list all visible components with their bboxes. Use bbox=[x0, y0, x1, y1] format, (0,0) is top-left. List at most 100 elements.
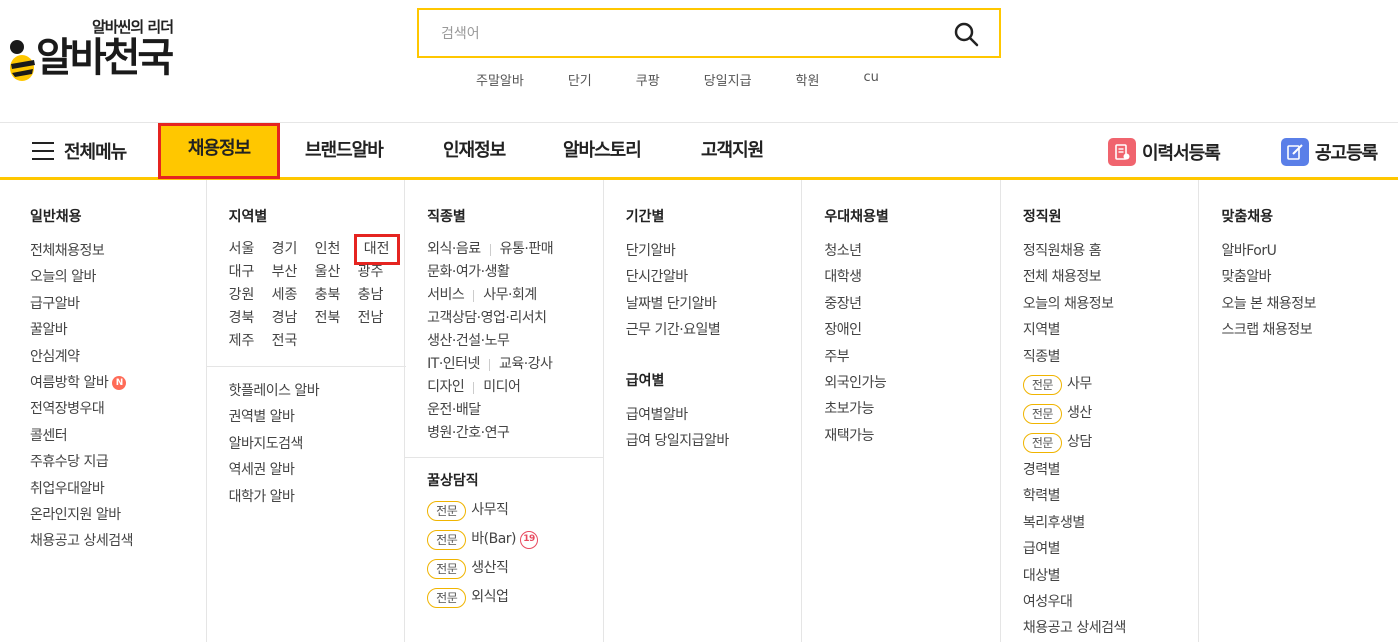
region-link[interactable]: 부산 bbox=[272, 261, 315, 284]
pro-link[interactable]: 전문 외식업 bbox=[427, 583, 538, 612]
menu-link[interactable]: 콜센터 bbox=[30, 423, 206, 449]
region-link[interactable]: 전남 bbox=[358, 307, 401, 330]
menu-link[interactable]: 온라인지원 알바 bbox=[30, 502, 206, 528]
menu-link[interactable]: 맞춤알바 bbox=[1221, 264, 1398, 290]
keyword-link[interactable]: 쿠팡 bbox=[636, 70, 660, 89]
menu-link[interactable]: 외식·음료 bbox=[427, 238, 481, 261]
region-link[interactable]: 전북 bbox=[315, 307, 358, 330]
menu-link[interactable]: 서비스 bbox=[427, 284, 465, 307]
menu-link-summer[interactable]: 여름방학 알바 N bbox=[30, 370, 206, 396]
menu-link[interactable]: 복리후생별 bbox=[1023, 510, 1199, 536]
menu-link[interactable]: 전체 채용정보 bbox=[1023, 264, 1199, 290]
menu-link[interactable]: 단시간알바 bbox=[626, 264, 802, 290]
pro-link[interactable]: 전문 생산직 bbox=[427, 554, 538, 583]
menu-link[interactable]: 미디어 bbox=[483, 376, 521, 399]
menu-link[interactable]: 디자인 bbox=[427, 376, 465, 399]
menu-link[interactable]: 생산·건설·노무 bbox=[427, 330, 603, 353]
menu-link[interactable]: 정직원채용 홈 bbox=[1023, 238, 1199, 264]
menu-link[interactable]: 초보가능 bbox=[824, 396, 1000, 422]
menu-link[interactable]: 문화·여가·생활 bbox=[427, 261, 603, 284]
menu-link[interactable]: 대상별 bbox=[1023, 563, 1199, 589]
menu-link[interactable]: 급여별 bbox=[1023, 536, 1199, 562]
menu-link[interactable]: 오늘 본 채용정보 bbox=[1221, 291, 1398, 317]
menu-link[interactable]: 청소년 bbox=[824, 238, 1000, 264]
menu-link[interactable]: 급여별알바 bbox=[626, 402, 802, 428]
menu-link[interactable]: 급여 당일지급알바 bbox=[626, 428, 802, 454]
menu-link[interactable]: 유통·판매 bbox=[500, 238, 554, 261]
menu-link[interactable]: 알바ForU bbox=[1221, 238, 1398, 264]
menu-link[interactable]: 재택가능 bbox=[824, 423, 1000, 449]
pro-link[interactable]: 전문 생산 bbox=[1022, 399, 1199, 428]
search-input[interactable] bbox=[441, 20, 921, 48]
keyword-link[interactable]: cu bbox=[863, 70, 878, 89]
menu-link[interactable]: 꿀알바 bbox=[30, 317, 206, 343]
menu-link[interactable]: 대학생 bbox=[824, 264, 1000, 290]
menu-link[interactable]: 운전·배달 bbox=[427, 399, 603, 422]
pro-link[interactable]: 전문 사무직 bbox=[427, 496, 538, 525]
menu-link[interactable]: 외국인가능 bbox=[824, 370, 1000, 396]
region-link[interactable]: 대구 bbox=[229, 261, 272, 284]
region-link[interactable]: 경남 bbox=[272, 307, 315, 330]
menu-link[interactable]: 오늘의 알바 bbox=[30, 264, 206, 290]
region-link[interactable]: 서울 bbox=[229, 238, 272, 261]
menu-link[interactable]: 전체채용정보 bbox=[30, 238, 206, 264]
keyword-link[interactable]: 주말알바 bbox=[476, 70, 524, 89]
menu-link[interactable]: 채용공고 상세검색 bbox=[1023, 615, 1199, 641]
logo[interactable]: 알바씬의 리더 알바천국 bbox=[6, 14, 196, 84]
menu-link[interactable]: 근무 기간·요일별 bbox=[626, 317, 802, 343]
tab-alba-story[interactable]: 알바스토리 bbox=[563, 123, 642, 178]
menu-link[interactable]: 주부 bbox=[824, 344, 1000, 370]
menu-link[interactable]: 주휴수당 지급 bbox=[30, 449, 206, 475]
search-icon[interactable] bbox=[953, 21, 979, 47]
keyword-link[interactable]: 당일지급 bbox=[704, 70, 752, 89]
region-link[interactable]: 경기 bbox=[272, 238, 315, 261]
pro-link[interactable]: 전문 바(Bar) 19 bbox=[427, 525, 538, 554]
menu-link[interactable]: 학력별 bbox=[1023, 483, 1199, 509]
menu-link[interactable]: 경력별 bbox=[1023, 457, 1199, 483]
menu-link[interactable]: 장애인 bbox=[824, 317, 1000, 343]
region-link[interactable]: 전국 bbox=[272, 330, 315, 353]
tab-brand-alba[interactable]: 브랜드알바 bbox=[305, 123, 384, 178]
pro-link[interactable]: 전문 사무 bbox=[1022, 370, 1199, 399]
menu-link[interactable]: 안심계약 bbox=[30, 344, 206, 370]
menu-link[interactable]: 전역장병우대 bbox=[30, 396, 206, 422]
menu-link[interactable]: 알바지도검색 bbox=[229, 431, 320, 457]
menu-link[interactable]: 지역별 bbox=[1023, 317, 1199, 343]
menu-link[interactable]: 고객상담·영업·리서치 bbox=[427, 307, 603, 330]
menu-link[interactable]: 직종별 bbox=[1023, 344, 1199, 370]
pro-link[interactable]: 전문 상담 bbox=[1022, 428, 1199, 457]
region-link[interactable]: 충남 bbox=[358, 284, 401, 307]
menu-link[interactable]: 중장년 bbox=[824, 291, 1000, 317]
menu-link[interactable]: 권역별 알바 bbox=[229, 404, 320, 430]
menu-link[interactable]: 날짜별 단기알바 bbox=[626, 291, 802, 317]
tab-talent-info[interactable]: 인재정보 bbox=[443, 123, 506, 178]
menu-all-button[interactable]: 전체메뉴 bbox=[32, 135, 127, 167]
menu-link[interactable]: 교육·강사 bbox=[499, 353, 553, 376]
resume-register-button[interactable]: 이력서등록 bbox=[1108, 137, 1221, 167]
menu-link[interactable]: 오늘의 채용정보 bbox=[1023, 291, 1199, 317]
keyword-link[interactable]: 단기 bbox=[568, 70, 592, 89]
menu-link[interactable]: 병원·간호·연구 bbox=[427, 422, 603, 445]
menu-link[interactable]: 역세권 알바 bbox=[229, 457, 320, 483]
menu-link[interactable]: 핫플레이스 알바 bbox=[229, 378, 320, 404]
menu-link[interactable]: 스크랩 채용정보 bbox=[1221, 317, 1398, 343]
tab-customer-support[interactable]: 고객지원 bbox=[701, 123, 764, 178]
region-link-daejeon[interactable]: 대전 bbox=[353, 234, 400, 265]
keyword-link[interactable]: 학원 bbox=[796, 70, 820, 89]
region-link[interactable]: 충북 bbox=[315, 284, 358, 307]
region-link[interactable]: 강원 bbox=[229, 284, 272, 307]
region-link[interactable]: 세종 bbox=[272, 284, 315, 307]
menu-link[interactable]: IT·인터넷 bbox=[427, 353, 480, 376]
job-post-register-button[interactable]: 공고등록 bbox=[1281, 137, 1378, 167]
menu-link[interactable]: 급구알바 bbox=[30, 291, 206, 317]
region-link[interactable]: 제주 bbox=[229, 330, 272, 353]
menu-link[interactable]: 채용공고 상세검색 bbox=[30, 528, 206, 554]
region-link[interactable]: 경북 bbox=[229, 307, 272, 330]
region-link[interactable]: 광주 bbox=[358, 261, 401, 284]
menu-link[interactable]: 사무·회계 bbox=[483, 284, 537, 307]
region-link[interactable]: 인천 bbox=[315, 238, 358, 261]
menu-link[interactable]: 단기알바 bbox=[626, 238, 802, 264]
menu-link[interactable]: 여성우대 bbox=[1023, 589, 1199, 615]
menu-link[interactable]: 취업우대알바 bbox=[30, 476, 206, 502]
region-link[interactable]: 울산 bbox=[315, 261, 358, 284]
